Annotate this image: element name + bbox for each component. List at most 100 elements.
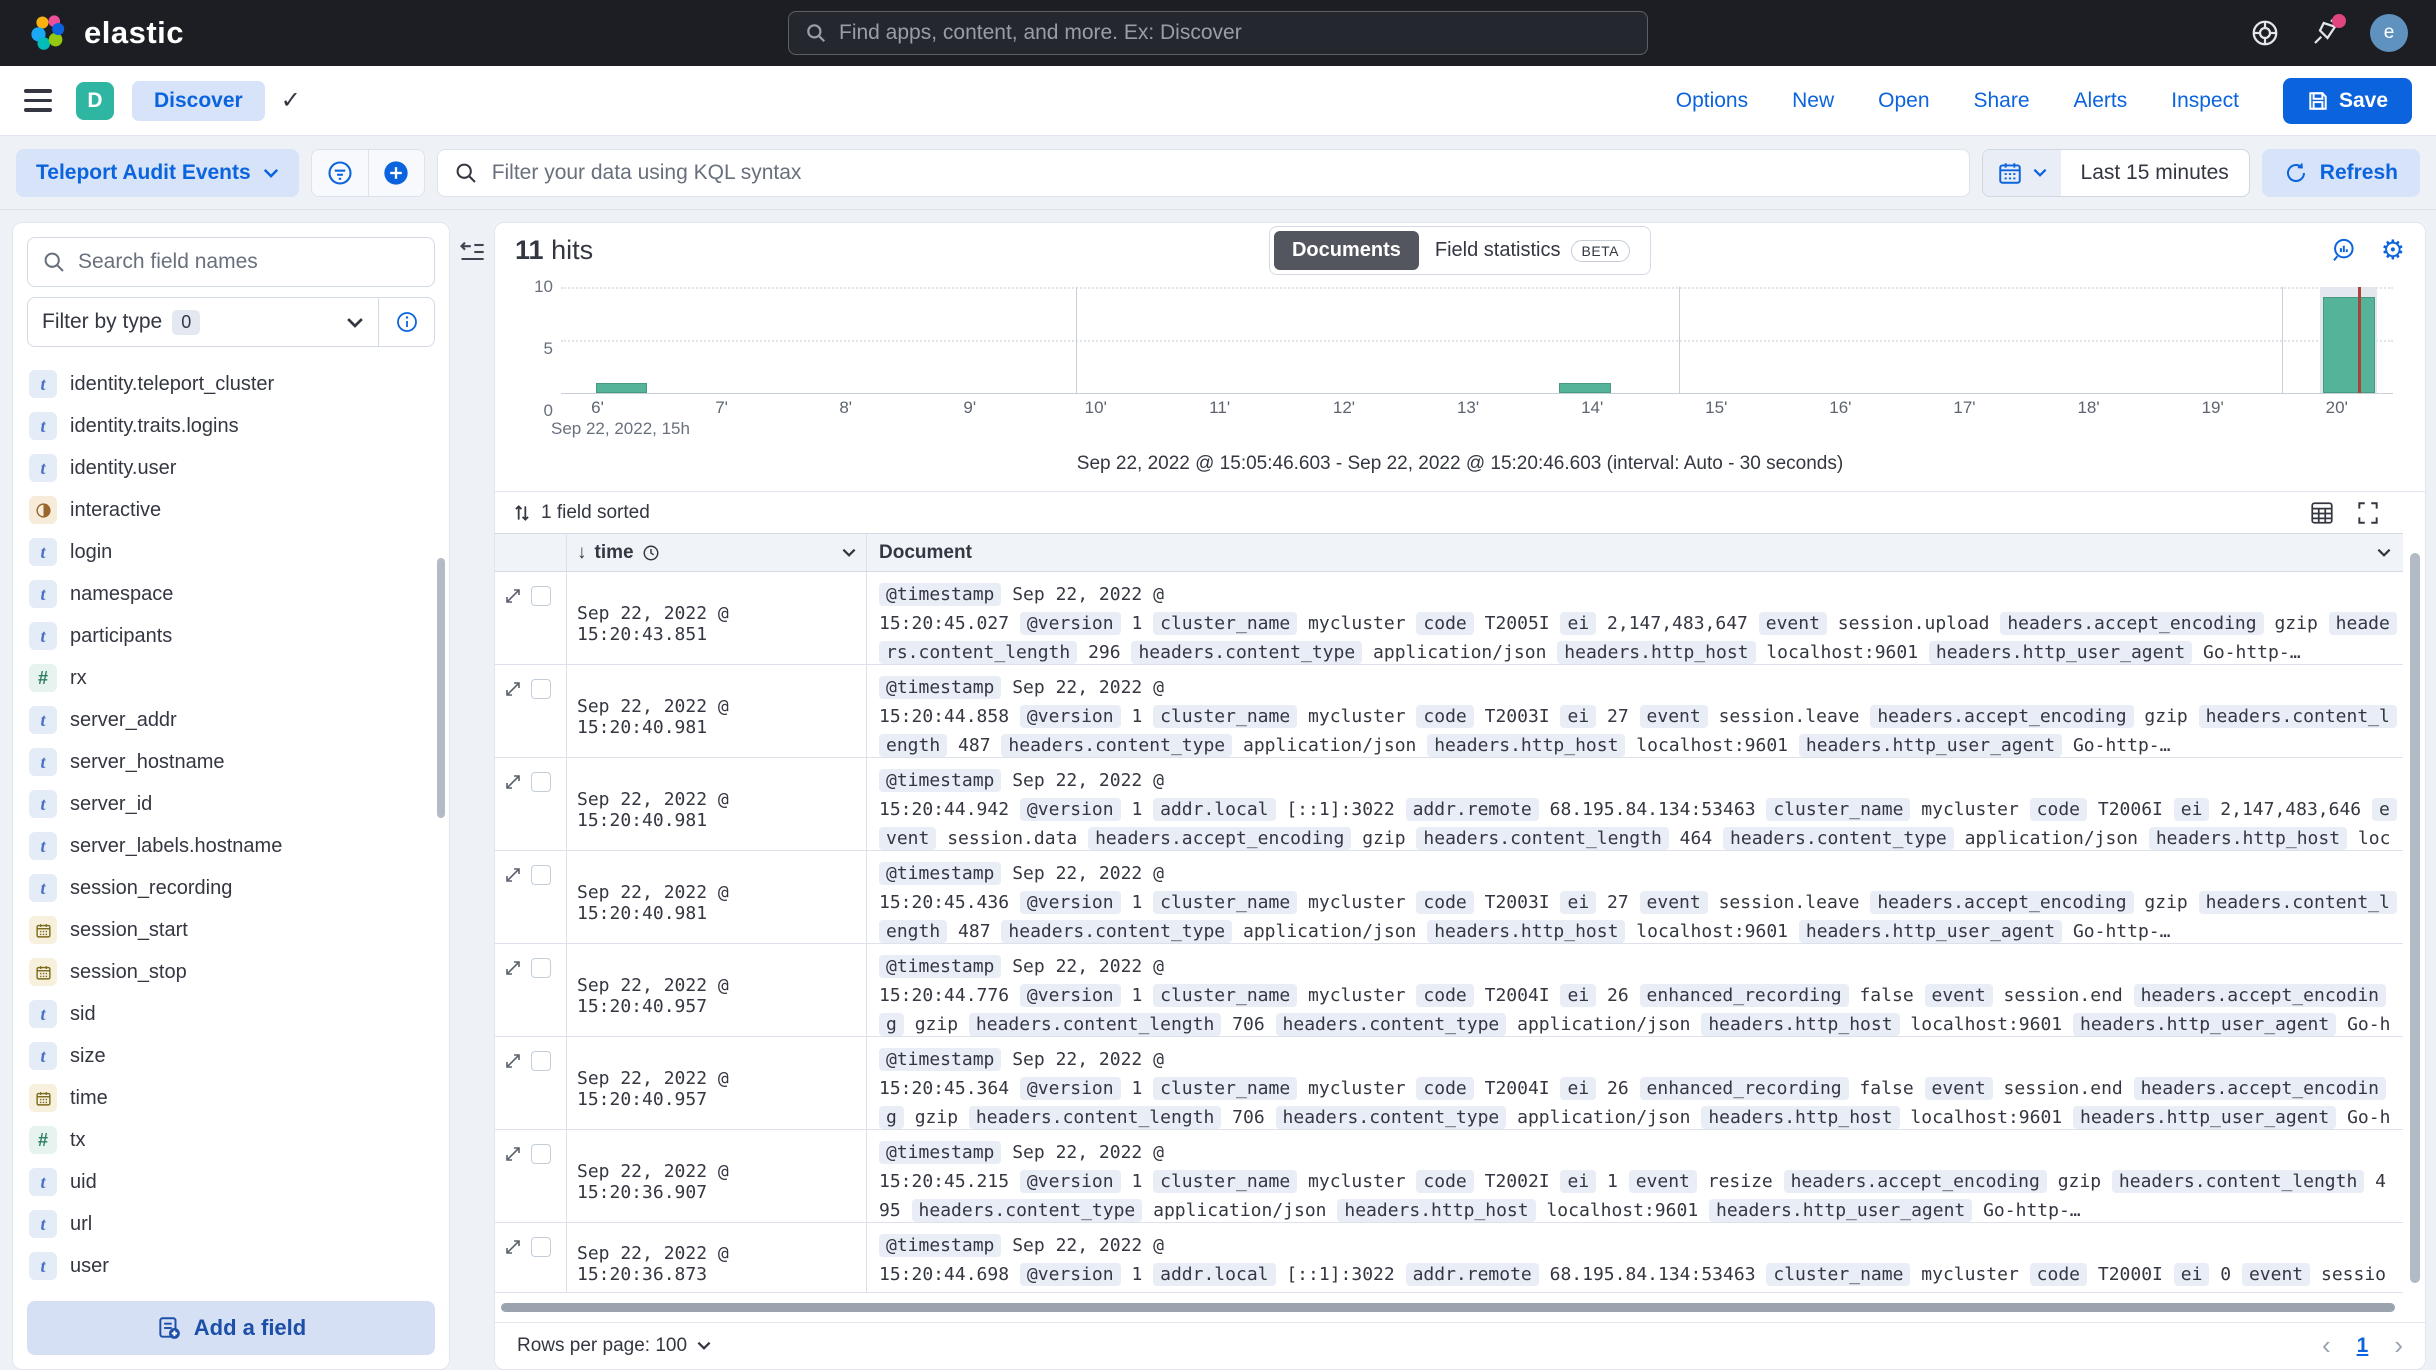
data-view-selector[interactable]: Teleport Audit Events	[16, 149, 299, 197]
field-item-rx[interactable]: #rx	[27, 657, 435, 699]
expand-document-icon[interactable]	[503, 958, 523, 978]
display-options-icon[interactable]	[2309, 500, 2335, 526]
next-page-icon[interactable]: ›	[2394, 1330, 2403, 1361]
rows-per-page-button[interactable]: Rows per page: 100	[517, 1335, 711, 1357]
field-value: mycluster	[1308, 1078, 1406, 1099]
row-checkbox[interactable]	[531, 1237, 551, 1257]
row-checkbox[interactable]	[531, 958, 551, 978]
field-item-uid[interactable]: tuid	[27, 1161, 435, 1203]
toolbar-link-share[interactable]: Share	[1974, 89, 2030, 113]
help-icon[interactable]	[2250, 18, 2280, 48]
toolbar-link-open[interactable]: Open	[1878, 89, 1929, 113]
news-feed-icon[interactable]	[2310, 18, 2340, 48]
document-cell: @timestamp Sep 22, 2022 @ 15:20:44.776 @…	[867, 944, 2403, 1036]
field-item-size[interactable]: tsize	[27, 1035, 435, 1077]
save-button[interactable]: Save	[2283, 78, 2412, 124]
field-name: time	[70, 1087, 108, 1110]
field-key-pill: @version	[1020, 705, 1121, 728]
field-search-input[interactable]: Search field names	[27, 237, 435, 287]
histogram-plot[interactable]	[561, 287, 2393, 395]
histogram-bar[interactable]	[596, 383, 647, 394]
document-cell: @timestamp Sep 22, 2022 @ 15:20:45.215 @…	[867, 1130, 2403, 1222]
checkmark-icon[interactable]: ✓	[281, 86, 301, 115]
toolbar-link-alerts[interactable]: Alerts	[2074, 89, 2128, 113]
field-item-tx[interactable]: #tx	[27, 1119, 435, 1161]
add-filter-icon[interactable]	[368, 150, 424, 196]
avatar[interactable]: e	[2370, 14, 2408, 52]
field-key-pill: ei	[1560, 984, 1596, 1007]
sort-fields-button[interactable]: 1 field sorted	[513, 502, 650, 524]
row-checkbox[interactable]	[531, 679, 551, 699]
row-checkbox[interactable]	[531, 1051, 551, 1071]
time-cell: Sep 22, 2022 @ 15:20:40.957	[567, 1037, 867, 1129]
filter-by-type-button[interactable]: Filter by type 0	[28, 310, 378, 335]
field-item-time[interactable]: time	[27, 1077, 435, 1119]
menu-icon[interactable]	[24, 89, 52, 112]
column-header-document[interactable]: Document	[867, 534, 2403, 571]
field-item-session_start[interactable]: session_start	[27, 909, 435, 951]
collapse-sidebar-icon[interactable]	[458, 238, 486, 1370]
expand-document-icon[interactable]	[503, 1144, 523, 1164]
x-axis-context: Sep 22, 2022, 15h	[551, 419, 2425, 439]
row-checkbox[interactable]	[531, 865, 551, 885]
page-number[interactable]: 1	[2357, 1334, 2369, 1358]
saved-query-icon[interactable]	[312, 150, 368, 196]
field-value: T2000I	[2098, 1264, 2163, 1285]
field-value: application/json	[1965, 828, 2138, 849]
field-item-session_stop[interactable]: session_stop	[27, 951, 435, 993]
row-checkbox[interactable]	[531, 772, 551, 792]
field-item-interactive[interactable]: interactive	[27, 489, 435, 531]
breadcrumb-app[interactable]: Discover	[132, 81, 265, 121]
space-badge[interactable]: D	[76, 82, 114, 120]
field-item-server_id[interactable]: tserver_id	[27, 783, 435, 825]
previous-page-icon[interactable]: ‹	[2322, 1330, 2331, 1361]
tab-documents[interactable]: Documents	[1274, 231, 1419, 270]
add-field-button[interactable]: Add a field	[27, 1301, 435, 1355]
field-item-session_recording[interactable]: tsession_recording	[27, 867, 435, 909]
column-header-time[interactable]: ↓ time	[567, 534, 867, 571]
histogram-bar[interactable]	[2323, 297, 2374, 393]
chart-options-icon[interactable]	[2331, 237, 2359, 265]
search-icon	[42, 250, 66, 274]
toolbar-link-options[interactable]: Options	[1676, 89, 1748, 113]
tab-field-statistics[interactable]: Field statistics BETA	[1419, 231, 1646, 270]
expand-document-icon[interactable]	[503, 586, 523, 606]
field-item-server_addr[interactable]: tserver_addr	[27, 699, 435, 741]
sidebar-scrollbar[interactable]	[437, 558, 445, 818]
histogram-bar[interactable]	[1559, 383, 1610, 394]
fullscreen-icon[interactable]	[2355, 500, 2381, 526]
date-picker-button[interactable]	[1983, 150, 2061, 196]
field-item-user[interactable]: tuser	[27, 1245, 435, 1287]
horizontal-scrollbar[interactable]	[501, 1303, 2395, 1312]
field-item-server_labels.hostname[interactable]: tserver_labels.hostname	[27, 825, 435, 867]
expand-document-icon[interactable]	[503, 679, 523, 699]
elastic-brand[interactable]: elastic	[28, 12, 184, 54]
toolbar-link-new[interactable]: New	[1792, 89, 1834, 113]
kql-query-input[interactable]: Filter your data using KQL syntax	[437, 149, 1970, 197]
field-item-participants[interactable]: tparticipants	[27, 615, 435, 657]
field-item-identity.teleport_cluster[interactable]: tidentity.teleport_cluster	[27, 363, 435, 405]
vertical-scrollbar[interactable]	[2410, 553, 2420, 1283]
row-checkbox[interactable]	[531, 1144, 551, 1164]
toolbar-link-inspect[interactable]: Inspect	[2171, 89, 2239, 113]
info-icon[interactable]	[378, 298, 434, 346]
global-search-input[interactable]: Find apps, content, and more. Ex: Discov…	[788, 11, 1648, 55]
time-range-value[interactable]: Last 15 minutes	[2061, 161, 2249, 185]
field-item-server_hostname[interactable]: tserver_hostname	[27, 741, 435, 783]
field-value: mycluster	[1308, 892, 1406, 913]
gear-icon[interactable]: ⚙	[2381, 237, 2405, 264]
field-item-namespace[interactable]: tnamespace	[27, 573, 435, 615]
field-item-identity.traits.logins[interactable]: tidentity.traits.logins	[27, 405, 435, 447]
expand-document-icon[interactable]	[503, 1051, 523, 1071]
expand-document-icon[interactable]	[503, 772, 523, 792]
row-checkbox[interactable]	[531, 586, 551, 606]
field-item-url[interactable]: turl	[27, 1203, 435, 1245]
field-key-pill: @timestamp	[879, 1234, 1001, 1257]
field-item-identity.user[interactable]: tidentity.user	[27, 447, 435, 489]
field-item-login[interactable]: tlogin	[27, 531, 435, 573]
field-key-pill: code	[1416, 891, 1473, 914]
field-item-sid[interactable]: tsid	[27, 993, 435, 1035]
expand-document-icon[interactable]	[503, 1237, 523, 1257]
refresh-button[interactable]: Refresh	[2262, 149, 2420, 197]
expand-document-icon[interactable]	[503, 865, 523, 885]
